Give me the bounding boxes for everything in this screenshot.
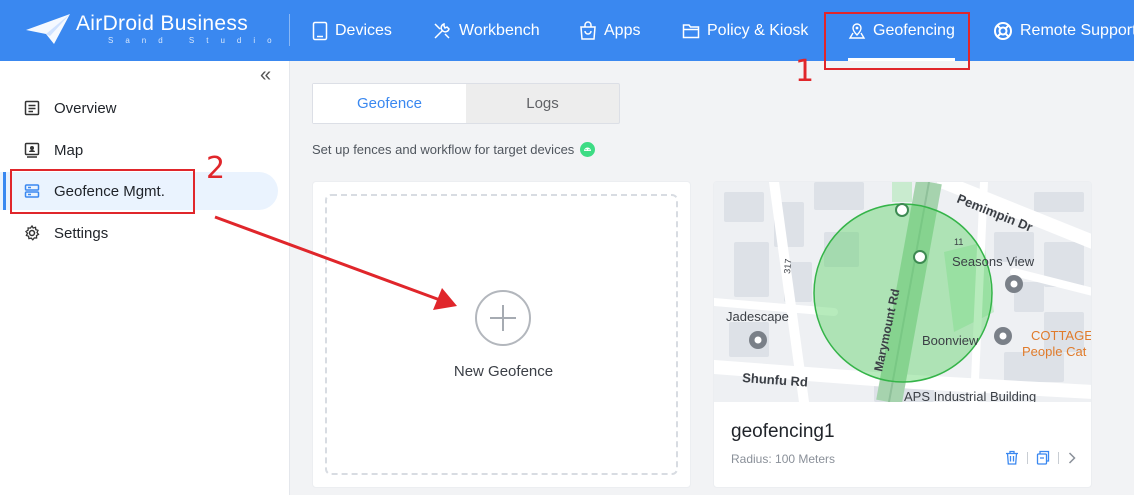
geofence-card[interactable]: Pemimpin Dr Marymount Rd Shunfu Rd Seaso… [713,181,1092,488]
nav-apps-label: Apps [604,21,641,39]
nav-apps[interactable]: Apps [579,0,640,61]
action-divider [1027,451,1028,464]
nav-devices[interactable]: Devices [312,0,392,61]
nav-policy-kiosk[interactable]: Policy & Kiosk [682,0,808,61]
nav-workbench-label: Workbench [459,21,540,39]
geofence-name: geofencing1 [731,421,835,442]
annotation-number-1: 1 [795,54,815,89]
lifebuoy-icon [994,21,1012,40]
geofence-tabs: Geofence Logs [312,83,620,124]
geofence-card-actions [1005,450,1077,465]
page-description: Set up fences and workflow for target de… [312,142,596,157]
nav-devices-label: Devices [335,21,392,39]
nav-policy-kiosk-label: Policy & Kiosk [707,21,809,39]
map-tiles [714,182,1091,402]
paper-plane-logo-icon [26,14,70,44]
annotation-box-geofence-mgmt [10,169,195,214]
sidebar-item-map[interactable]: Map [0,131,278,169]
geofence-map-preview[interactable]: Pemimpin Dr Marymount Rd Shunfu Rd Seaso… [714,182,1091,402]
sidebar-item-map-label: Map [54,141,84,159]
geofence-radius: Radius: 100 Meters [731,452,836,466]
sidebar-item-overview-label: Overview [54,99,117,117]
shopping-bag-icon [580,20,596,40]
map-icon [24,142,40,158]
nav-workbench[interactable]: Workbench [432,0,540,61]
tab-geofence[interactable]: Geofence [313,84,466,123]
tools-icon [434,22,450,39]
new-geofence-card: New Geofence [312,181,691,488]
list-icon [24,100,40,116]
plus-circle-icon [475,290,531,346]
nav-remote-support-label: Remote Support [1020,21,1134,39]
collapse-sidebar-icon[interactable]: « [260,65,271,85]
sidebar-item-settings[interactable]: Settings [0,214,278,252]
tablet-icon [312,21,328,40]
new-geofence-label: New Geofence [453,363,554,380]
android-icon [580,142,596,157]
folder-icon [682,23,700,38]
copy-icon[interactable] [1036,450,1050,465]
description-text: Set up fences and workflow for target de… [312,142,575,157]
header-divider [289,14,290,46]
sidebar-item-overview[interactable]: Overview [0,89,278,127]
chevron-right-icon[interactable] [1067,451,1077,465]
action-divider [1058,451,1059,464]
nav-remote-support[interactable]: Remote Support [993,0,1134,61]
airdroid-logo[interactable]: AirDroid Business Sand Studio [24,10,272,50]
new-geofence-button[interactable]: New Geofence [325,194,678,475]
sidebar-item-settings-label: Settings [54,224,109,242]
gear-icon [25,225,40,241]
brand-subtitle: Sand Studio [108,36,284,45]
tab-logs[interactable]: Logs [466,84,619,123]
annotation-box-geofencing [824,12,970,70]
annotation-number-2: 2 [206,151,226,186]
brand-name: AirDroid Business [76,12,248,35]
trash-icon[interactable] [1005,450,1019,465]
sidebar: « Overview Map Geofence Mgmt. Settings [0,61,290,495]
